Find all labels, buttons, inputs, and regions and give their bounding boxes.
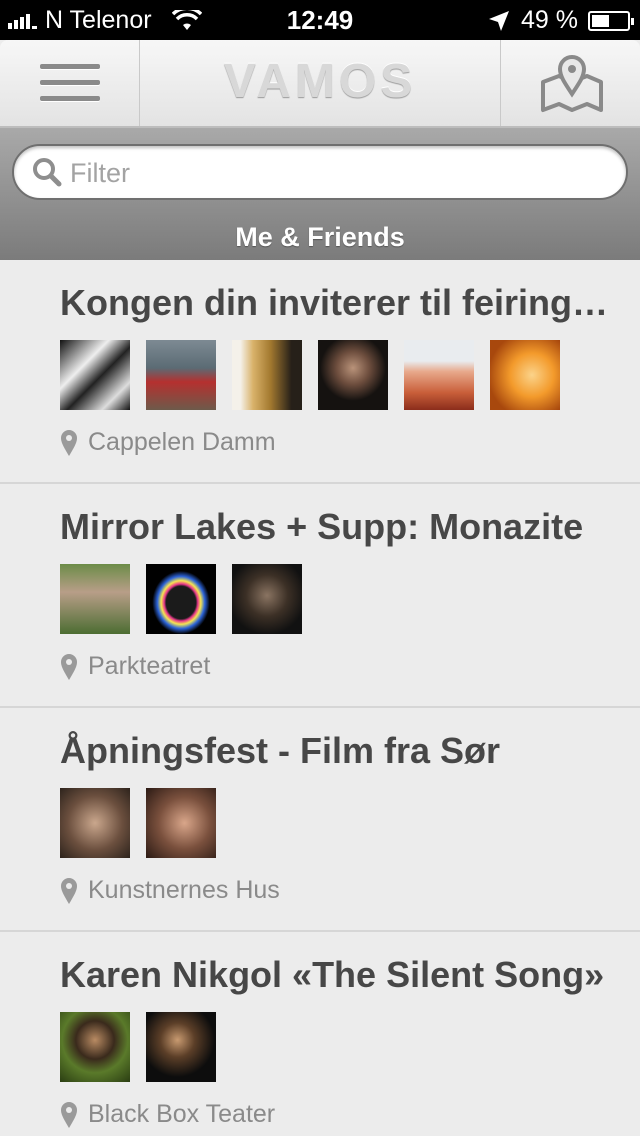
event-title: Karen Nikgol «The Silent Song» (60, 954, 605, 995)
event-venue: Black Box Teater (60, 1100, 275, 1129)
avatar[interactable] (146, 564, 216, 634)
hamburger-icon (40, 64, 100, 112)
avatar[interactable] (318, 340, 388, 410)
filter-input[interactable] (70, 154, 610, 192)
battery-fill (592, 14, 609, 27)
avatar[interactable] (232, 564, 302, 634)
venue-name: Parkteatret (88, 652, 211, 680)
filter-header: Me & Friends (0, 128, 640, 260)
event-item[interactable]: Kongen din inviterer til feiring med kak… (0, 260, 640, 484)
location-pin-icon (61, 877, 77, 904)
location-pin-icon (61, 653, 77, 680)
avatar[interactable] (146, 340, 216, 410)
event-title: Mirror Lakes + Supp: Monazite (60, 506, 584, 547)
venue-name: Cappelen Damm (88, 428, 276, 456)
map-pin-icon (541, 55, 603, 112)
event-venue: Cappelen Damm (60, 428, 276, 457)
location-pin-icon (61, 429, 77, 456)
avatar[interactable] (60, 564, 130, 634)
attendee-avatars (60, 788, 216, 858)
event-venue: Kunstnernes Hus (60, 876, 280, 905)
attendee-avatars (60, 564, 302, 634)
menu-button[interactable] (0, 40, 140, 126)
avatar[interactable] (60, 340, 130, 410)
avatar[interactable] (146, 788, 216, 858)
attendee-avatars (60, 340, 560, 410)
event-venue: Parkteatret (60, 652, 210, 681)
event-list: Kongen din inviterer til feiring med kak… (0, 260, 640, 1136)
app-title: VAMOS (223, 55, 417, 108)
venue-name: Kunstnernes Hus (88, 876, 280, 904)
search-bar[interactable] (12, 144, 628, 200)
avatar[interactable] (490, 340, 560, 410)
location-pin-icon (61, 1101, 77, 1128)
search-icon (33, 158, 62, 187)
avatar[interactable] (60, 788, 130, 858)
venue-name: Black Box Teater (88, 1100, 276, 1128)
event-item[interactable]: Åpningsfest - Film fra Sør Kunstnernes H… (0, 708, 640, 932)
map-button[interactable] (500, 40, 640, 126)
avatar[interactable] (232, 340, 302, 410)
avatar[interactable] (146, 1012, 216, 1082)
event-title: Kongen din inviterer til feiring med kak… (60, 282, 616, 323)
status-right-group: 49 % (487, 6, 634, 35)
event-title: Åpningsfest - Film fra Sør (60, 730, 501, 771)
event-item[interactable]: Mirror Lakes + Supp: Monazite Parkteatre… (0, 484, 640, 708)
avatar[interactable] (60, 1012, 130, 1082)
attendee-avatars (60, 1012, 216, 1082)
event-item[interactable]: Karen Nikgol «The Silent Song» Black Box… (0, 932, 640, 1136)
location-arrow-icon (489, 10, 510, 31)
battery-icon (588, 10, 634, 31)
nav-bar: VAMOS (0, 40, 640, 128)
avatar[interactable] (404, 340, 474, 410)
section-title: Me & Friends (235, 222, 405, 252)
battery-percent: 49 % (521, 6, 578, 34)
status-bar: N Telenor 12:49 49 % (0, 0, 640, 40)
